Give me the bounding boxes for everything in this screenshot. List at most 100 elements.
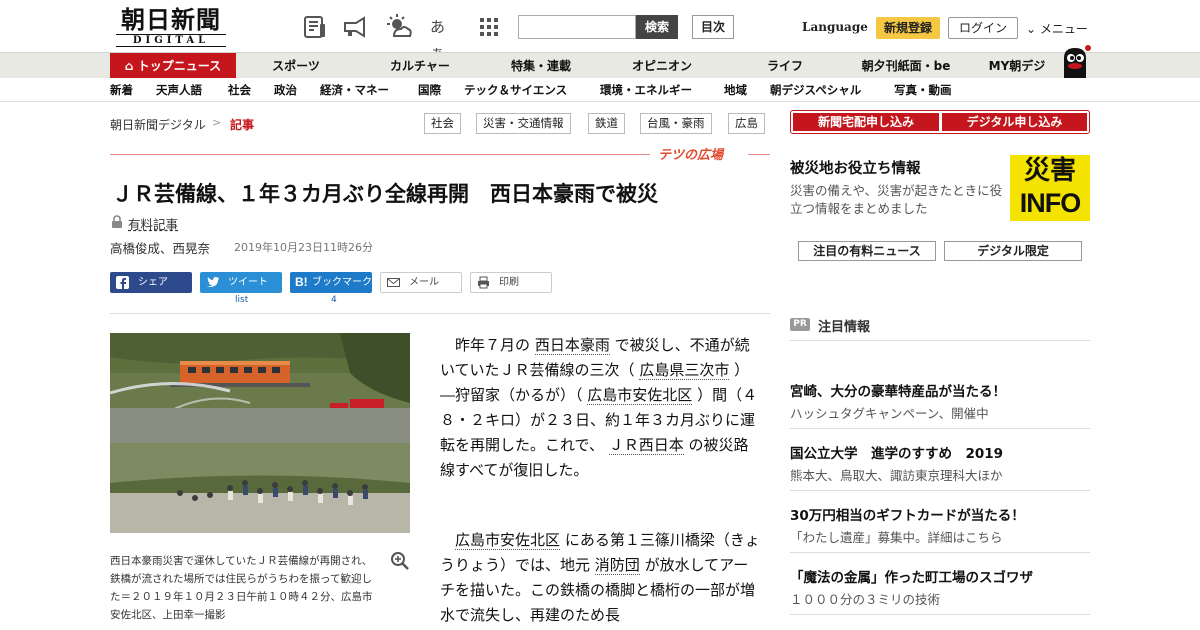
publish-date: 2019年10月23日11時26分 [234, 241, 373, 254]
paid-article-label[interactable]: 有料記事 [128, 214, 178, 233]
nav-my-asadigi[interactable]: MY朝デジ [982, 53, 1052, 79]
nav2-tech[interactable]: テック＆サイエンス [464, 78, 567, 102]
breadcrumb-separator: > [212, 116, 222, 129]
digital-exclusive-button[interactable]: デジタル限定 [944, 241, 1082, 261]
menu-label: メニュー [1039, 22, 1088, 36]
mail-label: メール [409, 277, 439, 288]
text [440, 336, 455, 354]
nav2-international[interactable]: 国際 [418, 78, 441, 102]
hatena-count[interactable]: 4 [331, 295, 337, 305]
nav2-tensei[interactable]: 天声人語 [156, 78, 202, 102]
section-divider [110, 154, 650, 155]
digital-subscribe-button[interactable]: デジタル申し込み [942, 113, 1087, 131]
share-divider [110, 313, 770, 314]
nav2-region[interactable]: 地域 [724, 78, 747, 102]
pr-item-subtitle[interactable]: 熊本大、鳥取大、諏訪東京理科大ほか [790, 465, 1003, 484]
site-logo[interactable]: 朝日新聞 DIGITAL [112, 7, 230, 47]
keyword-link[interactable]: 消防団 [594, 556, 640, 575]
bookmark-label: ブックマーク [312, 277, 372, 288]
article-paragraph-2: 広島市安佐北区 にある第１三篠川橋梁（きょうりょう）では、地元 消防団 が放水し… [440, 528, 760, 628]
pr-item-subtitle[interactable]: 「わたし遺産」募集中。詳細はこちら [790, 527, 1003, 546]
text-size-icon[interactable]: あぁ [430, 14, 456, 62]
newspaper-subscribe-button[interactable]: 新聞宅配申し込み [793, 113, 939, 131]
tag-society[interactable]: 社会 [424, 113, 461, 134]
weather-icon[interactable] [386, 14, 412, 40]
megaphone-icon[interactable] [342, 14, 368, 40]
mail-icon [387, 278, 400, 287]
search-button[interactable]: 検索 [636, 15, 678, 39]
nav-newspaper[interactable]: 朝夕刊紙面・be [852, 53, 960, 79]
pr-item-title[interactable]: 国公立大学 進学のすすめ 2019 [790, 442, 1003, 462]
hatena-icon: B! [295, 275, 308, 289]
keyword-link[interactable]: 広島県三次市 [639, 361, 730, 380]
nav2-politics[interactable]: 政治 [274, 78, 297, 102]
nav-top-news[interactable]: ⌂ トップニュース [110, 53, 236, 79]
pr-divider [790, 428, 1090, 429]
keyword-link[interactable]: ＪＲ西日本 [608, 436, 684, 455]
newspaper-icon[interactable] [302, 14, 328, 40]
keyword-link[interactable]: 広島市安佐北区 [455, 531, 561, 550]
grid-icon[interactable] [476, 14, 502, 40]
nav2-special[interactable]: 朝デジスペシャル [770, 78, 861, 102]
info-banner-english: INFO [1019, 188, 1082, 218]
pr-item-title[interactable]: 「魔法の金属」作った町工場のスゴワザ [790, 566, 1033, 586]
section-name[interactable]: テツの広場 [658, 144, 723, 163]
nav2-environment[interactable]: 環境・エネルギー [600, 78, 692, 102]
keyword-link[interactable]: 西日本豪雨 [534, 336, 610, 355]
tag-typhoon[interactable]: 台風・豪雨 [640, 113, 712, 134]
pr-divider [790, 552, 1090, 553]
nav-life[interactable]: ライフ [740, 53, 830, 79]
tag-hiroshima[interactable]: 広島 [728, 113, 765, 134]
nav-sports[interactable]: スポーツ [246, 53, 346, 79]
info-banner-kanji: 災害 [1023, 156, 1076, 186]
tag-railway[interactable]: 鉄道 [588, 113, 625, 134]
tag-disaster[interactable]: 災害・交通情報 [476, 113, 571, 134]
hatena-bookmark-button[interactable]: B! ブックマーク [290, 272, 372, 293]
text: 昨年７月の [455, 336, 531, 354]
language-link[interactable]: Language [802, 20, 868, 34]
pr-item-title[interactable]: 30万円相当のギフトカードが当たる！ [790, 504, 1025, 524]
byline: 高橋俊成、西晃奈 [110, 241, 211, 256]
mascot-icon[interactable] [1058, 44, 1092, 78]
section-divider-end [748, 154, 770, 155]
home-icon: ⌂ [124, 59, 134, 73]
toc-button[interactable]: 目次 [692, 15, 734, 39]
photo-caption: 西日本豪雨災害で運休していたＪＲ芸備線が再開され、鉄橋が流された場所では住民らが… [110, 555, 373, 621]
nav-features[interactable]: 特集・連載 [488, 53, 594, 79]
twitter-count-link[interactable]: list [235, 295, 248, 305]
article-headline: ＪＲ芸備線、１年３カ月ぶり全線再開 西日本豪雨で被災 [112, 181, 658, 206]
disaster-info-banner[interactable]: 災害 INFO [1010, 155, 1090, 221]
facebook-share-button[interactable]: シェア [110, 272, 192, 293]
breadcrumb-root[interactable]: 朝日新聞デジタル [110, 116, 206, 133]
disaster-info-title[interactable]: 被災地お役立ち情報 [790, 157, 921, 178]
article-photo[interactable] [110, 333, 410, 533]
pr-divider [790, 614, 1090, 615]
secondary-nav: 新着 天声人語 社会 政治 経済・マネー 国際 テック＆サイエンス 環境・エネル… [0, 78, 1200, 102]
nav2-new[interactable]: 新着 [110, 78, 133, 102]
login-button[interactable]: ログイン [948, 17, 1018, 39]
nav-opinion[interactable]: オピニオン [612, 53, 712, 79]
subscribe-buttons: 新聞宅配申し込み デジタル申し込み [790, 110, 1090, 134]
nav2-economy[interactable]: 経済・マネー [320, 78, 389, 102]
pr-divider [790, 490, 1090, 491]
keyword-link[interactable]: 広島市安佐北区 [587, 386, 693, 405]
pr-section-title: 注目情報 [818, 320, 871, 335]
mail-button[interactable]: メール [380, 272, 462, 293]
site-header: 朝日新聞 DIGITAL あぁ 検索 目次 Language 新規登録 ログイン… [0, 0, 1200, 62]
premium-news-button[interactable]: 注目の有料ニュース [798, 241, 936, 261]
print-button[interactable]: 印刷 [470, 272, 552, 293]
pr-item-subtitle[interactable]: １０００分の３ミリの技術 [790, 589, 940, 608]
article-paragraph-1: 昨年７月の 西日本豪雨 で被災し、不通が続いていたＪＲ芸備線の三次（ 広島県三次… [440, 333, 760, 483]
pr-item-subtitle[interactable]: ハッシュタグキャンペーン、開催中 [790, 403, 989, 422]
zoom-icon[interactable] [390, 551, 410, 571]
menu-button[interactable]: ⌄ メニュー [1026, 20, 1088, 37]
register-button[interactable]: 新規登録 [876, 17, 940, 39]
pr-item-title[interactable]: 宮崎、大分の豪華特産品が当たる！ [790, 380, 1006, 400]
print-label: 印刷 [499, 277, 519, 288]
disaster-info-desc[interactable]: 災害の備えや、災害が起きたときに役立つ情報をまとめました [790, 182, 1005, 218]
nav2-society[interactable]: 社会 [228, 78, 251, 102]
search-input[interactable] [518, 15, 636, 39]
nav2-photo[interactable]: 写真・動画 [894, 78, 952, 102]
twitter-share-button[interactable]: ツイート [200, 272, 282, 293]
nav-culture[interactable]: カルチャー [362, 53, 478, 79]
